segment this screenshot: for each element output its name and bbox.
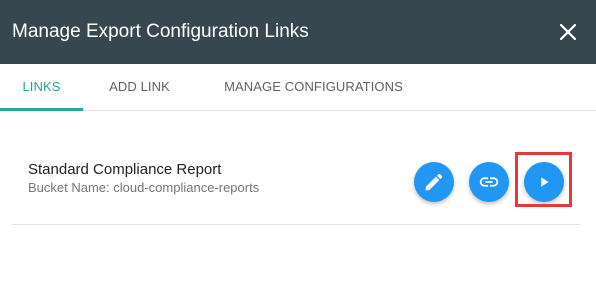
run-export-button[interactable]: [524, 162, 564, 202]
bucket-name: Bucket Name: cloud-compliance-reports: [28, 180, 260, 195]
link-icon: [479, 177, 499, 187]
tab-manage-configurations[interactable]: MANAGE CONFIGURATIONS: [214, 64, 413, 111]
dialog-header: Manage Export Configuration Links: [0, 0, 596, 64]
close-button[interactable]: [556, 20, 580, 44]
link-name: Standard Compliance Report: [28, 161, 222, 178]
tab-add-link[interactable]: ADD LINK: [100, 64, 179, 111]
tab-bar: LINKS ADD LINK MANAGE CONFIGURATIONS: [0, 64, 596, 111]
close-icon: [559, 23, 577, 41]
edit-button[interactable]: [414, 162, 454, 202]
pencil-icon: [425, 173, 443, 191]
play-icon: [541, 177, 549, 187]
copy-link-button[interactable]: [469, 162, 509, 202]
dialog-title: Manage Export Configuration Links: [12, 21, 309, 42]
active-tab-indicator: [0, 108, 83, 111]
list-item: Standard Compliance Report Bucket Name: …: [12, 136, 580, 225]
tab-links[interactable]: LINKS: [0, 64, 83, 111]
